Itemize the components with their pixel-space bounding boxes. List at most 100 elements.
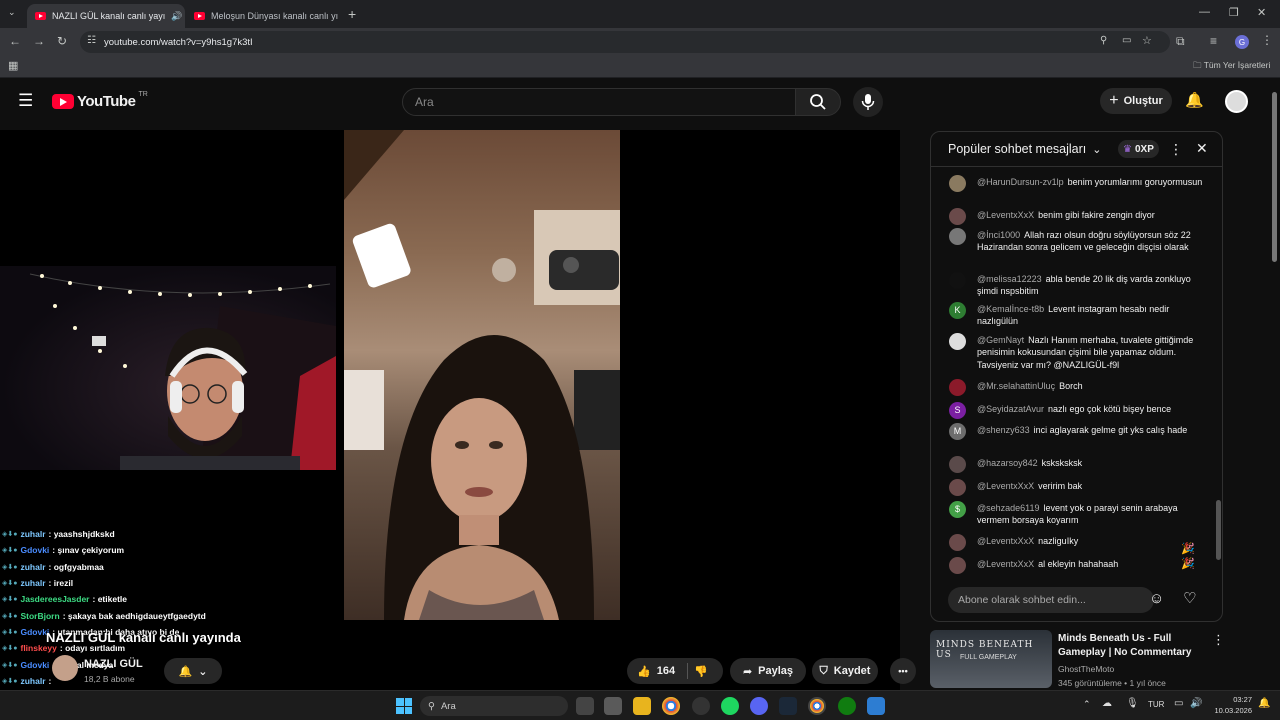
chat-author[interactable]: @SeyidazatAvur bbox=[977, 404, 1044, 414]
restore-icon[interactable]: ❐ bbox=[1229, 6, 1239, 19]
chat-author[interactable]: @shenzy633 bbox=[977, 425, 1030, 435]
task-view-icon[interactable] bbox=[576, 697, 594, 715]
volume-icon[interactable]: 🔊 bbox=[1190, 698, 1202, 709]
recommended-thumbnail[interactable]: MINDS BENEATH US FULL GAMEPLAY bbox=[930, 630, 1052, 688]
chat-avatar[interactable]: $ bbox=[949, 501, 966, 518]
discord-icon[interactable] bbox=[750, 697, 768, 715]
chat-author[interactable]: @hazarsoy842 bbox=[977, 458, 1038, 468]
chat-scrollbar[interactable] bbox=[1216, 170, 1222, 578]
create-button[interactable]: + Oluştur bbox=[1100, 88, 1172, 114]
chat-avatar[interactable] bbox=[949, 557, 966, 574]
save-button[interactable]: ⛉ Kaydet bbox=[812, 658, 878, 684]
chrome-active-icon[interactable] bbox=[808, 697, 826, 715]
tab-search-icon[interactable]: ⌄ bbox=[8, 7, 16, 18]
youtube-logo[interactable]: YouTube TR bbox=[52, 91, 148, 110]
cast-icon[interactable]: ▭ bbox=[1122, 35, 1131, 46]
like-button[interactable]: 👍 164 bbox=[637, 665, 675, 678]
heart-icon[interactable]: ♡ bbox=[1183, 589, 1196, 607]
channel-avatar[interactable] bbox=[52, 655, 78, 681]
steam-icon[interactable] bbox=[779, 697, 797, 715]
chevron-down-icon[interactable]: ⌄ bbox=[1092, 143, 1101, 156]
back-icon[interactable]: ← bbox=[9, 34, 21, 48]
close-window-icon[interactable]: ✕ bbox=[1257, 6, 1266, 19]
chat-author[interactable]: @LeventxXxX bbox=[977, 210, 1034, 220]
extensions-icon[interactable]: ⧉ bbox=[1176, 34, 1185, 49]
cloud-icon[interactable]: ☁ bbox=[1102, 698, 1112, 709]
search-button[interactable] bbox=[795, 88, 841, 116]
mic-tray-icon[interactable]: 🎙 bbox=[1126, 698, 1139, 709]
chat-avatar[interactable] bbox=[949, 534, 966, 551]
chat-author[interactable]: @melissa12223 bbox=[977, 274, 1042, 284]
chat-avatar[interactable] bbox=[949, 479, 966, 496]
clock[interactable]: 03:27 10.03.2026 bbox=[1208, 694, 1252, 716]
account-avatar[interactable] bbox=[1225, 90, 1248, 113]
hamburger-menu-icon[interactable]: ☰ bbox=[18, 91, 33, 111]
spotify-icon[interactable] bbox=[721, 697, 739, 715]
recommended-title[interactable]: Minds Beneath Us - Full Gameplay | No Co… bbox=[1058, 632, 1198, 660]
tab-nazli-gul[interactable]: NAZLI GÜL kanalı canlı yayı 🔊 ✕ bbox=[27, 4, 185, 28]
apps-grid-icon[interactable]: ▦ bbox=[8, 59, 18, 72]
tray-chevron-icon[interactable]: ⌃ bbox=[1083, 699, 1091, 710]
media-icon[interactable]: ≡ bbox=[1210, 34, 1217, 48]
more-actions-button[interactable]: ••• bbox=[890, 658, 916, 684]
new-tab-button[interactable]: + bbox=[348, 6, 356, 22]
chat-author[interactable]: @HarunDursun-zv1lp bbox=[977, 177, 1064, 187]
search-input[interactable]: Ara bbox=[402, 88, 796, 116]
video-player[interactable]: ◈⬇● zuhalr: yaashshjdkskd ◈⬇● Gdovki: şınav… bbox=[0, 130, 900, 690]
menu-dots-icon[interactable]: ⋮ bbox=[1261, 33, 1273, 47]
chat-author[interactable]: @Kemalİnce-t8b bbox=[977, 304, 1044, 314]
forward-icon[interactable]: → bbox=[33, 34, 45, 48]
zoom-icon[interactable]: ⚲ bbox=[1100, 35, 1107, 46]
url-field[interactable]: ☷ youtube.com/watch?v=y9hs1g7k3tI ⚲ ▭ ☆ bbox=[80, 31, 1170, 53]
recommended-channel[interactable]: GhostTheMoto bbox=[1058, 664, 1114, 674]
chat-avatar[interactable] bbox=[949, 456, 966, 473]
voice-search-button[interactable] bbox=[853, 87, 883, 117]
chat-more-icon[interactable]: ⋮ bbox=[1169, 141, 1183, 158]
file-explorer-icon[interactable] bbox=[633, 697, 651, 715]
network-icon[interactable]: ▭ bbox=[1174, 698, 1183, 709]
widgets-icon[interactable] bbox=[604, 697, 622, 715]
notifications-bell-icon[interactable]: 🔔 bbox=[1185, 91, 1204, 109]
all-bookmarks[interactable]: 🗀 Tüm Yer İşaretleri bbox=[1193, 60, 1270, 74]
share-button[interactable]: ➦ Paylaş bbox=[730, 658, 806, 684]
tab-melosun-dunyasi[interactable]: Meloşun Dünyası kanalı canlı yı ✕ bbox=[186, 4, 342, 28]
xbox-icon[interactable] bbox=[838, 697, 856, 715]
chat-avatar[interactable]: S bbox=[949, 402, 966, 419]
recommended-video[interactable]: MINDS BENEATH US FULL GAMEPLAY Minds Ben… bbox=[930, 630, 1230, 690]
chat-author[interactable]: @GemNayt bbox=[977, 335, 1024, 345]
chat-author[interactable]: @sehzade6119 bbox=[977, 503, 1040, 513]
chat-author[interactable]: @LeventxXxX bbox=[977, 536, 1034, 546]
close-chat-icon[interactable]: ✕ bbox=[1196, 140, 1208, 157]
chat-avatar[interactable]: M bbox=[949, 423, 966, 440]
bookmark-star-icon[interactable]: ☆ bbox=[1142, 34, 1152, 47]
xp-badge[interactable]: ♛ 0XP bbox=[1118, 140, 1159, 158]
input-language[interactable]: TUR bbox=[1148, 700, 1164, 709]
chat-author[interactable]: @İnci1000 bbox=[977, 230, 1020, 240]
start-button[interactable] bbox=[396, 698, 412, 714]
chat-author[interactable]: @Mr.selahattinUluç bbox=[977, 381, 1055, 391]
channel-name[interactable]: NAZLI GÜL bbox=[84, 658, 143, 670]
chat-avatar[interactable] bbox=[949, 272, 966, 289]
notification-center-icon[interactable]: 🔔 bbox=[1258, 698, 1270, 709]
recommended-more-icon[interactable]: ⋮ bbox=[1212, 632, 1225, 648]
notification-toggle-button[interactable]: 🔔 ⌄ bbox=[164, 658, 222, 684]
chat-avatar[interactable] bbox=[949, 333, 966, 350]
page-scrollbar[interactable] bbox=[1268, 80, 1280, 690]
chat-avatar[interactable] bbox=[949, 228, 966, 245]
chat-author[interactable]: @LeventxXxX bbox=[977, 481, 1034, 491]
emoji-icon[interactable]: ☺ bbox=[1149, 590, 1164, 607]
reload-icon[interactable]: ↻ bbox=[57, 34, 67, 48]
chrome-icon[interactable] bbox=[662, 697, 680, 715]
chat-avatar[interactable] bbox=[949, 379, 966, 396]
chat-input[interactable]: Abone olarak sohbet edin... bbox=[948, 587, 1154, 613]
chat-avatar[interactable] bbox=[949, 175, 966, 192]
site-info-icon[interactable]: ☷ bbox=[87, 35, 96, 46]
profile-avatar[interactable]: G bbox=[1235, 35, 1249, 49]
dislike-button[interactable]: 👎 bbox=[694, 665, 708, 678]
chat-avatar[interactable]: K bbox=[949, 302, 966, 319]
chat-avatar[interactable] bbox=[949, 208, 966, 225]
minimize-icon[interactable]: — bbox=[1199, 6, 1210, 18]
app-icon[interactable] bbox=[867, 697, 885, 715]
taskbar-search[interactable]: ⚲ Ara bbox=[420, 696, 568, 716]
app-icon[interactable] bbox=[692, 697, 710, 715]
